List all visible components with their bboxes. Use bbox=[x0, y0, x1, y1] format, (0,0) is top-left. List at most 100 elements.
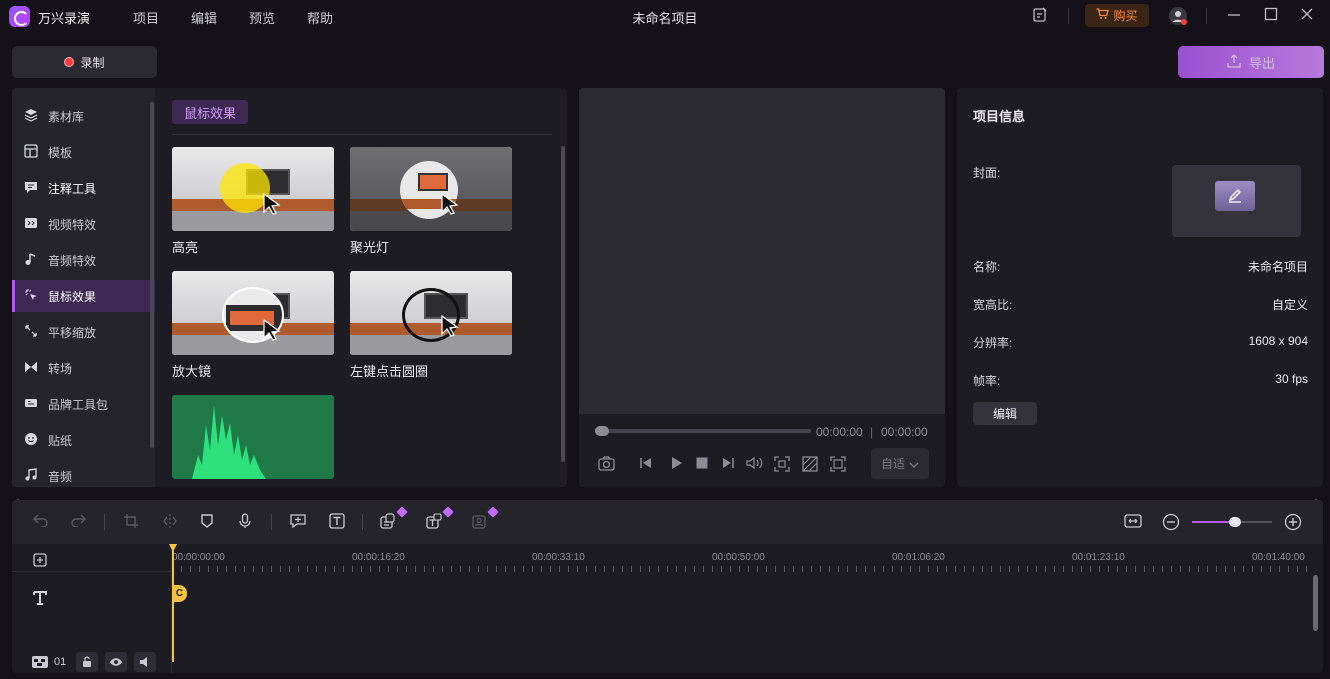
name-label: 名称: bbox=[973, 260, 1001, 274]
sidebar-item-music[interactable]: 音频 bbox=[12, 460, 155, 487]
panel-resize-handle[interactable] bbox=[0, 491, 1330, 502]
menu-project[interactable]: 项目 bbox=[133, 8, 159, 27]
sidebar-scrollbar[interactable] bbox=[150, 102, 154, 448]
feedback-icon[interactable] bbox=[1032, 7, 1048, 26]
ruler-label: 00:00:33:10 bbox=[532, 552, 585, 563]
fps-label: 帧率: bbox=[973, 374, 1001, 388]
name-value: 未命名项目 bbox=[1247, 260, 1308, 274]
next-frame-icon[interactable] bbox=[721, 456, 735, 473]
export-label: 导出 bbox=[1248, 55, 1275, 71]
annotation-add-icon[interactable] bbox=[290, 513, 306, 532]
ai-avatar-icon[interactable] bbox=[472, 513, 490, 532]
fullscreen-icon[interactable] bbox=[830, 456, 846, 475]
buy-button[interactable]: 购买 bbox=[1085, 4, 1149, 27]
marker-icon[interactable] bbox=[200, 513, 214, 532]
crop-icon[interactable] bbox=[123, 513, 139, 532]
redo-icon[interactable] bbox=[70, 513, 86, 530]
text-to-speech-icon[interactable] bbox=[426, 513, 444, 532]
toolbar-separator bbox=[362, 514, 363, 530]
sidebar-item-video-effects[interactable]: 视频特效 bbox=[12, 208, 155, 240]
safe-zone-icon[interactable] bbox=[802, 456, 818, 475]
volume-icon[interactable] bbox=[746, 456, 764, 473]
effects-panel: 素材库 模板 注释工具 视频特效 音频特效 鼠标效果 平移缩放 转场 品牌工具包… bbox=[12, 88, 567, 487]
minimize-icon[interactable] bbox=[1227, 6, 1241, 25]
undo-icon[interactable] bbox=[33, 513, 49, 530]
mute-track-button[interactable] bbox=[134, 652, 156, 672]
project-info-title: 项目信息 bbox=[973, 109, 1026, 124]
sidebar-item-library[interactable]: 素材库 bbox=[12, 100, 155, 132]
cover-thumbnail[interactable] bbox=[1172, 165, 1301, 237]
ruler-label: 00:00:00:00 bbox=[172, 552, 225, 563]
sidebar-item-sticker[interactable]: 贴纸 bbox=[12, 424, 155, 456]
ruler-label: 00:00:16:20 bbox=[352, 552, 405, 563]
play-icon[interactable] bbox=[669, 456, 683, 473]
project-info-panel: 项目信息 封面: 名称: 未命名项目 宽高比: 自定义 分辨率: 1608 x … bbox=[957, 88, 1323, 487]
user-avatar-icon[interactable] bbox=[1168, 6, 1188, 29]
toolbar-separator bbox=[104, 514, 105, 530]
sidebar-item-annotation[interactable]: 注释工具 bbox=[12, 172, 155, 204]
stop-icon[interactable] bbox=[695, 456, 709, 473]
effect-card-spotlight[interactable] bbox=[350, 147, 512, 231]
sidebar-item-label: 注释工具 bbox=[48, 181, 97, 196]
sidebar-item-label: 模板 bbox=[48, 145, 73, 160]
menu-preview[interactable]: 预览 bbox=[249, 8, 275, 27]
zoom-out-icon[interactable] bbox=[1162, 513, 1180, 534]
sidebar-item-transition[interactable]: 转场 bbox=[12, 352, 155, 384]
ratio-select[interactable]: 自适 bbox=[871, 448, 929, 479]
split-icon[interactable] bbox=[162, 513, 178, 532]
ruler-label: 00:01:23:10 bbox=[1072, 552, 1125, 563]
current-time: 00:00:00 bbox=[816, 425, 863, 439]
fit-screen-icon[interactable] bbox=[774, 456, 790, 475]
text-add-icon[interactable] bbox=[329, 513, 345, 532]
record-button[interactable]: 录制 bbox=[12, 46, 157, 78]
transition-icon bbox=[24, 360, 38, 377]
close-icon[interactable] bbox=[1300, 7, 1314, 24]
sidebar-item-label: 转场 bbox=[48, 361, 73, 376]
sidebar-item-template[interactable]: 模板 bbox=[12, 136, 155, 168]
visibility-track-button[interactable] bbox=[105, 652, 127, 672]
export-button[interactable]: 导出 bbox=[1178, 46, 1324, 78]
subtitle-ai-icon[interactable] bbox=[380, 513, 398, 532]
add-track-icon[interactable] bbox=[33, 553, 47, 570]
sidebar-item-cursor-effects[interactable]: 鼠标效果 bbox=[12, 280, 155, 312]
sidebar-item-label: 贴纸 bbox=[48, 433, 73, 448]
playback-progress[interactable] bbox=[598, 429, 811, 433]
effect-card-click-circle[interactable] bbox=[350, 271, 512, 355]
sticker-icon bbox=[24, 432, 38, 449]
zoom-slider-knob[interactable] bbox=[1229, 517, 1241, 527]
zoom-in-icon[interactable] bbox=[1284, 513, 1302, 534]
timeline-scrollbar[interactable] bbox=[1313, 575, 1318, 631]
aspect-value: 自定义 bbox=[1271, 298, 1308, 312]
preview-panel: 00:00:00 | 00:00:00 自适 bbox=[579, 88, 945, 487]
chevron-down-icon bbox=[909, 457, 919, 471]
playhead[interactable] bbox=[172, 544, 174, 662]
menu-help[interactable]: 帮助 bbox=[307, 8, 333, 27]
text-track-icon bbox=[32, 590, 48, 609]
edit-cover-icon bbox=[1215, 181, 1255, 211]
record-dot-icon bbox=[64, 57, 75, 67]
previous-frame-icon[interactable] bbox=[639, 456, 653, 473]
total-time: 00:00:00 bbox=[881, 425, 928, 439]
lock-track-button[interactable] bbox=[76, 652, 98, 672]
record-label: 录制 bbox=[80, 55, 105, 70]
snapshot-icon[interactable] bbox=[598, 456, 615, 474]
timeline-clip[interactable]: C bbox=[172, 585, 187, 602]
microphone-icon[interactable] bbox=[238, 513, 252, 532]
sidebar-item-audio-effects[interactable]: 音频特效 bbox=[12, 244, 155, 276]
effects-scrollbar[interactable] bbox=[561, 146, 565, 462]
sidebar-item-brand-kit[interactable]: 品牌工具包 bbox=[12, 388, 155, 420]
effect-label: 高亮 bbox=[172, 240, 199, 255]
pan-zoom-icon bbox=[24, 324, 38, 341]
effect-card-highlight[interactable] bbox=[172, 147, 334, 231]
sidebar-item-pan-zoom[interactable]: 平移缩放 bbox=[12, 316, 155, 348]
cursor-effects-icon bbox=[24, 288, 38, 305]
ruler-ticks bbox=[172, 566, 1312, 572]
sidebar-item-label: 鼠标效果 bbox=[48, 289, 97, 304]
fit-timeline-icon[interactable] bbox=[1124, 513, 1142, 532]
effect-card-magnifier[interactable] bbox=[172, 271, 334, 355]
edit-project-button[interactable]: 编辑 bbox=[973, 402, 1037, 425]
maximize-icon[interactable] bbox=[1264, 7, 1278, 24]
progress-knob[interactable] bbox=[595, 426, 609, 436]
menu-edit[interactable]: 编辑 bbox=[191, 8, 217, 27]
effect-card-audio-wave[interactable] bbox=[172, 395, 334, 479]
